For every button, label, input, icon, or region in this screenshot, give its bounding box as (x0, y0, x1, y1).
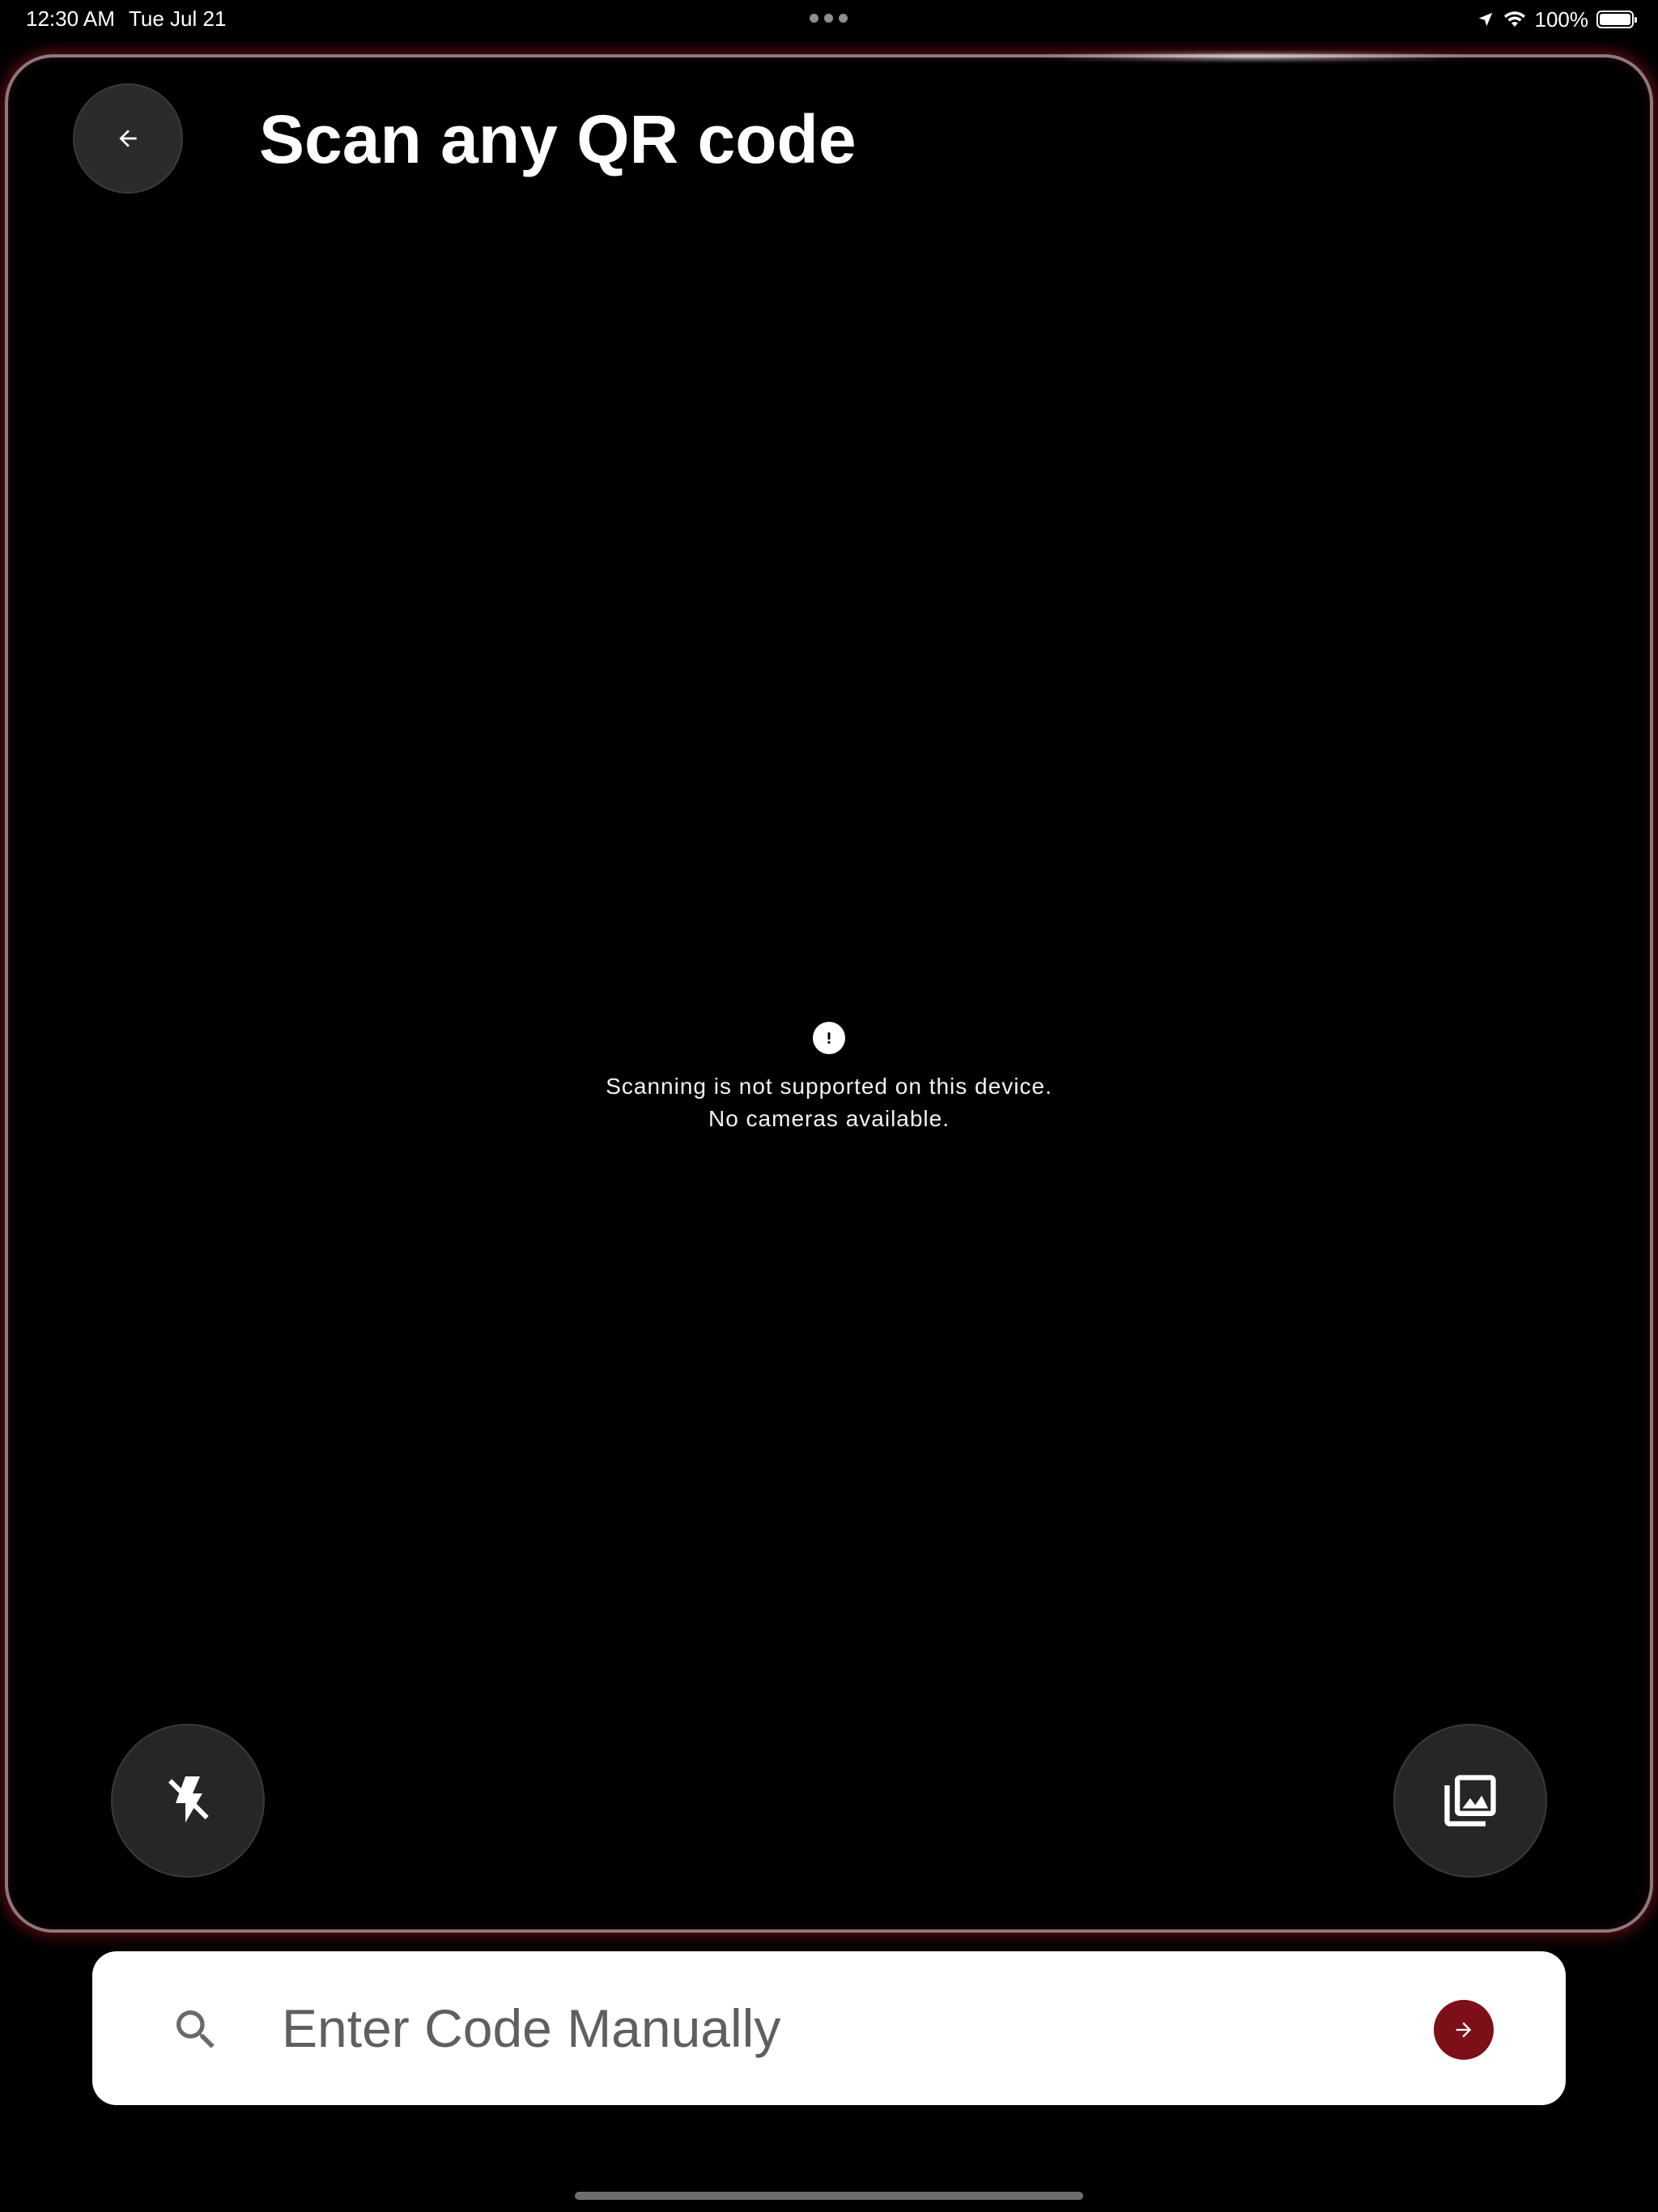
status-date: Tue Jul 21 (129, 6, 227, 31)
photo-library-button[interactable] (1393, 1724, 1547, 1878)
manual-code-bar (92, 1951, 1566, 2105)
search-icon (170, 2004, 222, 2056)
arrow-right-icon (1456, 2022, 1472, 2038)
status-bar: 12:30 AM Tue Jul 21 100% (0, 0, 1658, 39)
flash-toggle-button[interactable] (111, 1724, 265, 1878)
status-indicators: 100% (1477, 6, 1637, 32)
frame-glow-highlight (1044, 53, 1465, 61)
photo-library-icon (1444, 1775, 1496, 1827)
camera-error-message: Scanning is not supported on this device… (505, 1022, 1153, 1135)
arrow-left-icon (119, 130, 137, 147)
battery-icon (1596, 11, 1637, 28)
home-indicator[interactable] (575, 2192, 1083, 2200)
manual-code-input[interactable] (282, 1984, 1480, 2073)
flash-off-icon (168, 1776, 209, 1823)
multitasking-dots-icon[interactable] (810, 14, 848, 23)
submit-code-button[interactable] (1434, 2000, 1494, 2060)
battery-percentage: 100% (1534, 6, 1589, 32)
exclamation-circle-icon (813, 1022, 845, 1054)
error-text-line-2: No cameras available. (708, 1106, 950, 1131)
wifi-icon (1503, 11, 1525, 27)
qr-scanner-screen: 12:30 AM Tue Jul 21 100% Scan any QR cod… (0, 0, 1658, 2212)
scanner-frame (5, 53, 1653, 1933)
back-button[interactable] (73, 83, 183, 194)
page-title: Scan any QR code (259, 101, 857, 177)
location-arrow-icon (1478, 12, 1492, 27)
status-time: 12:30 AM (26, 6, 115, 31)
error-text-line-1: Scanning is not supported on this device… (606, 1074, 1052, 1099)
battery-level-fill (1600, 14, 1630, 25)
